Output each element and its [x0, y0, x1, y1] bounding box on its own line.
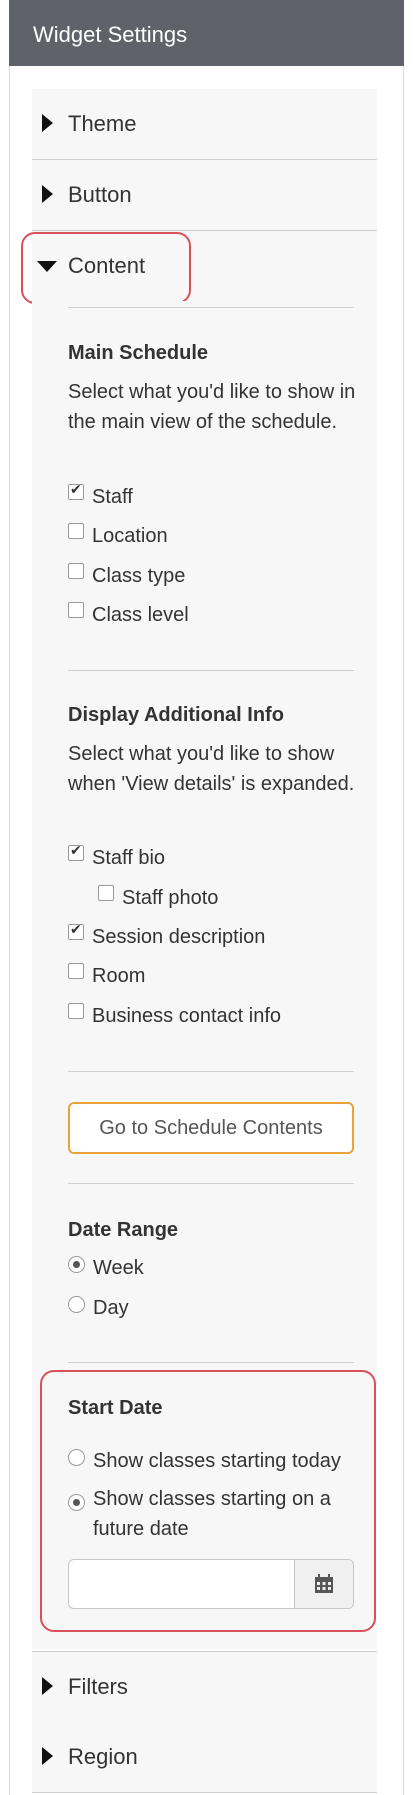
radio-selected[interactable] [68, 1494, 85, 1511]
accordion-filters[interactable]: Filters [32, 1651, 377, 1723]
checkbox-class-level[interactable]: Class level [68, 601, 189, 627]
caret-down-icon [37, 261, 57, 272]
main-schedule-description: Select what you'd like to show in the ma… [68, 381, 356, 433]
radio-label: Week [93, 1257, 144, 1279]
checkbox-label: Staff [92, 486, 133, 508]
radio-unselected[interactable] [68, 1296, 85, 1313]
go-to-schedule-contents-button[interactable]: Go to Schedule Contents [68, 1102, 354, 1154]
checkbox-unchecked[interactable] [68, 1002, 84, 1019]
accordion-button[interactable]: Button [32, 160, 377, 231]
accordion-theme-label: Theme [68, 111, 137, 136]
checkbox-staff-bio[interactable]: Staff bio [68, 842, 166, 870]
radio-label: Day [93, 1297, 129, 1319]
checkbox-unchecked[interactable] [68, 601, 84, 618]
radio-unselected[interactable] [68, 1449, 85, 1466]
radio-start-today[interactable]: Show classes starting today [68, 1449, 341, 1473]
divider [68, 670, 354, 671]
accordion-button-label: Button [68, 182, 132, 207]
checkbox-location[interactable]: Location [68, 522, 168, 548]
checkbox-class-type[interactable]: Class type [68, 562, 186, 588]
checkbox-label: Staff bio [92, 847, 166, 869]
main-schedule-title: Main Schedule [68, 342, 209, 364]
checkbox-staff-photo[interactable]: Staff photo [98, 884, 219, 910]
calendar-button[interactable] [294, 1560, 353, 1608]
divider [68, 1183, 354, 1184]
checkbox-label: Class type [92, 565, 186, 587]
radio-label: Show classes starting on a future date [93, 1488, 331, 1540]
caret-right-icon [42, 1677, 53, 1695]
checkbox-unchecked[interactable] [68, 562, 84, 579]
checkbox-checked[interactable] [68, 842, 84, 861]
checkbox-business-contact[interactable]: Business contact info [68, 1002, 281, 1028]
divider [68, 1071, 354, 1072]
panel-header: Widget Settings [9, 0, 404, 66]
checkbox-label: Business contact info [92, 1005, 281, 1027]
divider [68, 307, 354, 308]
radio-selected[interactable] [68, 1256, 85, 1273]
start-date-input[interactable] [69, 1560, 295, 1608]
accordion-region-label: Region [68, 1744, 138, 1769]
checkbox-label: Session description [92, 926, 266, 948]
checkbox-label: Room [92, 965, 146, 987]
checkbox-checked[interactable] [68, 921, 84, 940]
accordion-filters-label: Filters [68, 1674, 128, 1699]
accordion-content[interactable]: Content [32, 231, 377, 301]
checkbox-unchecked[interactable] [68, 962, 84, 979]
radio-week[interactable]: Week [68, 1256, 144, 1280]
checkbox-staff[interactable]: Staff [68, 481, 133, 509]
accordion-region[interactable]: Region [32, 1722, 377, 1793]
accordion-content-label: Content [68, 253, 146, 278]
checkbox-label: Staff photo [122, 887, 219, 909]
caret-right-icon [42, 114, 53, 132]
calendar-icon [315, 1574, 333, 1593]
checkbox-checked[interactable] [68, 481, 84, 500]
checkbox-label: Class level [92, 604, 189, 626]
checkbox-session-description[interactable]: Session description [68, 921, 266, 949]
additional-info-description: Select what you'd like to show when 'Vie… [68, 743, 355, 795]
caret-right-icon [42, 185, 53, 203]
radio-label: Show classes starting today [93, 1450, 341, 1472]
checkbox-label: Location [92, 525, 168, 547]
caret-right-icon [42, 1747, 53, 1765]
start-date-picker [68, 1559, 354, 1609]
date-range-title: Date Range [68, 1219, 179, 1241]
checkbox-unchecked[interactable] [68, 522, 84, 539]
divider [68, 1362, 354, 1363]
widget-settings-panel: Widget Settings Theme Button Content Mai… [0, 0, 413, 1795]
accordion-theme[interactable]: Theme [32, 89, 377, 160]
checkbox-unchecked[interactable] [98, 884, 114, 901]
radio-start-future[interactable]: Show classes starting on a future date [68, 1484, 358, 1544]
start-date-title: Start Date [68, 1397, 163, 1419]
radio-day[interactable]: Day [68, 1296, 129, 1320]
checkbox-room[interactable]: Room [68, 962, 146, 988]
additional-info-title: Display Additional Info [68, 704, 284, 726]
panel-title: Widget Settings [33, 22, 188, 47]
